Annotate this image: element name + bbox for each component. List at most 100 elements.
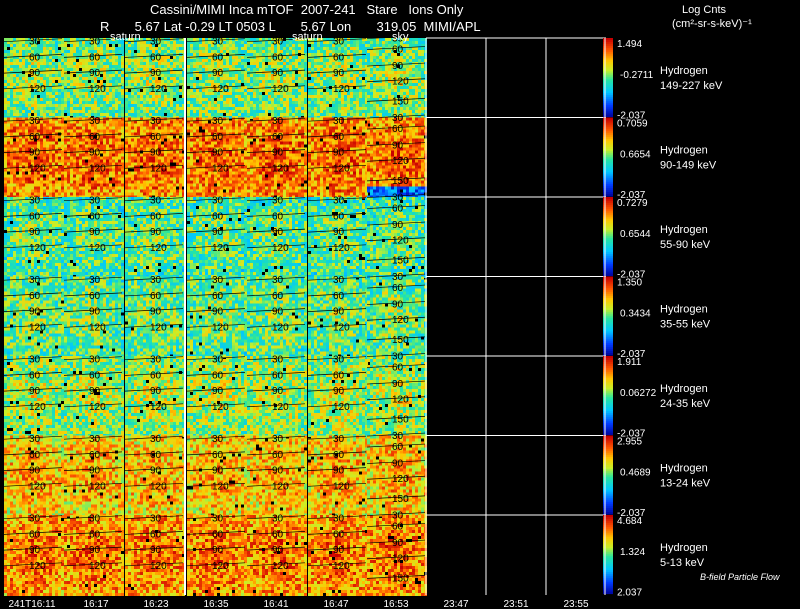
- heatmap-pixel: [16, 113, 19, 116]
- heatmap-pixel: [43, 110, 46, 113]
- heatmap-pixel: [46, 98, 49, 101]
- heatmap-pixel: [79, 104, 82, 107]
- heatmap-pixel: [64, 95, 67, 98]
- heatmap-pixel: [170, 62, 173, 65]
- heatmap-pixel: [43, 77, 46, 80]
- heatmap-pixel: [170, 65, 173, 68]
- heatmap-pixel: [103, 98, 106, 101]
- heatmap-pixel: [19, 104, 22, 107]
- heatmap-pixel: [28, 104, 31, 107]
- heatmap-pixel: [7, 95, 10, 98]
- heatmap-pixel: [61, 50, 64, 53]
- heatmap-pixel: [103, 107, 106, 110]
- heatmap-pixel: [109, 74, 112, 77]
- heatmap-pixel: [58, 41, 61, 44]
- heatmap-pixel: [118, 89, 121, 92]
- heatmap-pixel: [16, 38, 19, 41]
- heatmap-pixel: [10, 47, 13, 50]
- heatmap-pixel: [43, 47, 46, 50]
- heatmap-pixel: [61, 92, 64, 95]
- heatmap-pixel: [167, 77, 170, 80]
- heatmap-pixel: [19, 101, 22, 104]
- heatmap-pixel: [22, 74, 25, 77]
- heatmap-pixel: [100, 107, 103, 110]
- heatmap-pixel: [70, 47, 73, 50]
- heatmap-pixel: [109, 107, 112, 110]
- heatmap-pixel: [37, 80, 40, 83]
- heatmap-pixel: [106, 47, 109, 50]
- heatmap-pixel: [13, 89, 16, 92]
- heatmap-pixel: [34, 107, 37, 110]
- heatmap-pixel: [167, 80, 170, 83]
- heatmap-pixel: [112, 83, 115, 86]
- heatmap-pixel: [170, 44, 173, 47]
- heatmap-pixel: [4, 38, 7, 41]
- heatmap-pixel: [19, 50, 22, 53]
- heatmap-pixel: [73, 59, 76, 62]
- heatmap-pixel: [22, 68, 25, 71]
- heatmap-pixel: [152, 80, 155, 83]
- heatmap-pixel: [94, 101, 97, 104]
- heatmap-pixel: [121, 107, 124, 110]
- heatmap-pixel: [43, 113, 46, 116]
- heatmap-pixel: [46, 62, 49, 65]
- heatmap-pixel: [67, 104, 70, 107]
- heatmap-pixel: [125, 62, 128, 65]
- heatmap-pixel: [134, 47, 137, 50]
- heatmap-pixel: [52, 95, 55, 98]
- heatmap-pixel: [179, 59, 182, 62]
- heatmap-pixel: [100, 101, 103, 104]
- heatmap-pixel: [100, 41, 103, 44]
- heatmap-pixel: [70, 53, 73, 56]
- heatmap-pixel: [140, 74, 143, 77]
- heatmap-pixel: [40, 101, 43, 104]
- heatmap-pixel: [82, 83, 85, 86]
- heatmap-pixel: [4, 74, 7, 77]
- heatmap-pixel: [55, 98, 58, 101]
- heatmap-pixel: [13, 77, 16, 80]
- heatmap-pixel: [64, 101, 67, 104]
- heatmap-pixel: [25, 89, 28, 92]
- heatmap-pixel: [161, 68, 164, 71]
- heatmap-pixel: [22, 41, 25, 44]
- heatmap-pixel: [19, 113, 22, 116]
- heatmap-pixel: [173, 41, 176, 44]
- heatmap-pixel: [22, 77, 25, 80]
- heatmap-pixel: [16, 77, 19, 80]
- heatmap-pixel: [134, 80, 137, 83]
- heatmap-pixel: [176, 74, 179, 77]
- heatmap-pixel: [131, 47, 134, 50]
- heatmap-pixel: [40, 44, 43, 47]
- heatmap-pixel: [73, 44, 76, 47]
- heatmap-pixel: [55, 62, 58, 65]
- heatmap-pixel: [49, 53, 52, 56]
- heatmap-pixel: [79, 50, 82, 53]
- heatmap-pixel: [118, 92, 121, 95]
- heatmap-pixel: [67, 65, 70, 68]
- heatmap-pixel: [143, 68, 146, 71]
- heatmap-pixel: [55, 110, 58, 113]
- heatmap-pixel: [16, 110, 19, 113]
- heatmap-pixel: [85, 101, 88, 104]
- heatmap-pixel: [16, 41, 19, 44]
- heatmap-pixel: [76, 62, 79, 65]
- heatmap-pixel: [10, 80, 13, 83]
- heatmap-pixel: [61, 56, 64, 59]
- heatmap-pixel: [40, 95, 43, 98]
- heatmap-pixel: [64, 77, 67, 80]
- heatmap-pixel: [4, 89, 7, 92]
- heatmap-pixel: [179, 71, 182, 74]
- heatmap-pixel: [13, 56, 16, 59]
- heatmap-pixel: [49, 74, 52, 77]
- heatmap-pixel: [109, 65, 112, 68]
- heatmap-pixel: [19, 89, 22, 92]
- heatmap-pixel: [19, 86, 22, 89]
- heatmap-pixel: [173, 47, 176, 50]
- heatmap-pixel: [61, 107, 64, 110]
- heatmap-pixel: [19, 59, 22, 62]
- heatmap-pixel: [88, 95, 91, 98]
- heatmap-pixel: [7, 80, 10, 83]
- heatmap-pixel: [43, 74, 46, 77]
- latitude-label: 30: [29, 37, 41, 48]
- heatmap-pixel: [100, 104, 103, 107]
